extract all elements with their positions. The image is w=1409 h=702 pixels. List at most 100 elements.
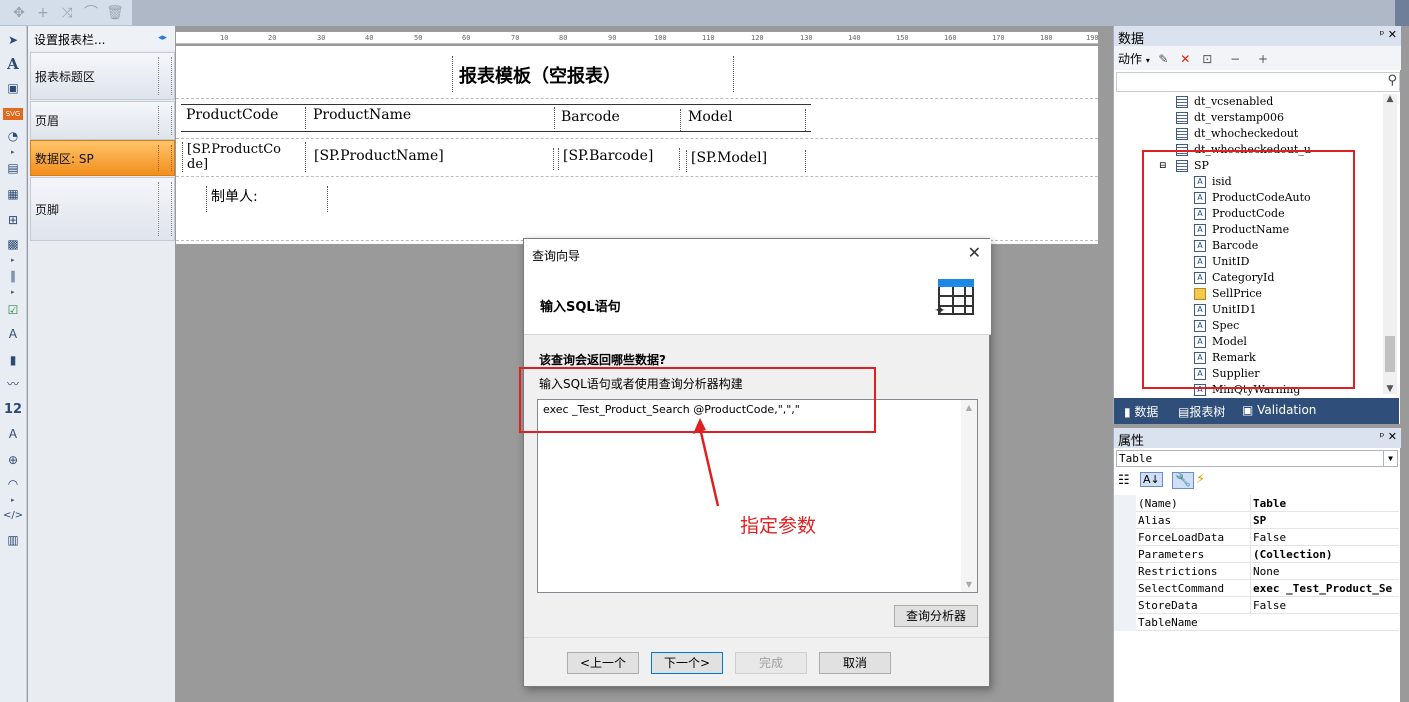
property-row[interactable]: SelectCommand exec _Test_Product_Se <box>1114 580 1399 597</box>
shuffle-icon[interactable]: ⤨ <box>58 4 76 22</box>
chart-tool-icon[interactable]: ▮ <box>3 350 23 370</box>
ruler-toggle-icon[interactable]: ◂▸ <box>158 33 174 43</box>
back-button[interactable]: <上一个 <box>567 652 639 674</box>
chevron-down-icon[interactable]: ▾ <box>1146 56 1153 65</box>
close-icon[interactable]: ✕ <box>968 243 981 262</box>
top-toolbar: ✥ + ⤨ ⌒ 🗑 <box>0 0 1409 26</box>
band-page-footer[interactable]: 页脚 <box>30 177 175 241</box>
link-icon[interactable]: ⌒ <box>82 4 100 22</box>
map-tool-icon[interactable]: ⊕ <box>3 450 23 470</box>
tab-data[interactable]: ▮ 数据 <box>1124 403 1158 420</box>
checkbox-tool-icon[interactable]: ☑ <box>3 300 23 320</box>
property-value[interactable]: None <box>1250 563 1400 580</box>
pointer-tool-icon[interactable]: ➤ <box>3 30 23 50</box>
tree-item-label: dt_whocheckedout <box>1194 127 1299 140</box>
band-report-title[interactable]: 报表标题区 <box>30 52 175 100</box>
expand-icon[interactable]: + <box>1258 52 1268 66</box>
properties-title-text: 属性 <box>1118 434 1145 449</box>
question-label: 该查询会返回哪些数据? <box>539 353 666 367</box>
data-cell-productname[interactable]: [SP.ProductName] <box>310 148 554 170</box>
alphabetical-icon[interactable]: A↓ <box>1140 472 1163 487</box>
next-button[interactable]: 下一个> <box>651 652 723 674</box>
tab-report-tree[interactable]: ▤报表树 <box>1178 403 1225 420</box>
header-cell-barcode[interactable]: Barcode <box>557 109 681 131</box>
footer-signer-label[interactable]: 制单人: <box>206 186 328 212</box>
expand-icon[interactable]: ▸ <box>11 148 16 156</box>
actions-dropdown[interactable]: 动作 <box>1118 52 1142 66</box>
band-page-header[interactable]: 页眉 <box>30 101 175 140</box>
search-icon[interactable]: ⚲ <box>1387 73 1397 88</box>
svg-tool-icon[interactable]: SVG <box>3 108 23 120</box>
expand-icon[interactable]: ▸ <box>11 288 16 296</box>
tree-item[interactable]: dt_verstamp006 <box>1114 110 1384 126</box>
barcode-tool-icon[interactable]: ∥ <box>3 266 23 286</box>
move-icon[interactable]: ✥ <box>10 4 28 22</box>
form-tool-icon[interactable]: ▥ <box>3 530 23 550</box>
tree-item[interactable]: dt_whocheckedout <box>1114 126 1384 142</box>
property-value[interactable]: Table <box>1250 495 1400 512</box>
expand-icon[interactable]: ▸ <box>11 256 16 264</box>
picture-tool-icon[interactable]: ▣ <box>3 78 23 98</box>
band-tool-icon[interactable]: ▤ <box>3 158 23 178</box>
edit-icon[interactable]: ✎ <box>1158 52 1168 66</box>
collapse-icon[interactable]: − <box>1230 52 1240 66</box>
shape-tool-icon[interactable]: ◔ <box>3 126 23 146</box>
data-cell-productcode[interactable]: [SP.ProductCo de] <box>182 142 306 172</box>
property-row[interactable]: ForceLoadData False <box>1114 529 1399 546</box>
chevron-down-icon[interactable]: ▼ <box>1383 451 1397 466</box>
table-tool-icon[interactable]: ⊞ <box>3 210 23 230</box>
band-data[interactable]: 数据区: SP <box>30 140 175 176</box>
delete-icon[interactable]: ✕ <box>1180 52 1190 66</box>
report-title-box[interactable]: 报表模板（空报表） <box>452 56 734 92</box>
property-key: Parameters <box>1138 548 1205 561</box>
add-icon[interactable]: + <box>34 4 52 22</box>
text-tool-icon[interactable]: A <box>3 54 23 74</box>
property-row[interactable]: Restrictions None <box>1114 563 1399 580</box>
ruler-tick: 60 <box>462 34 471 42</box>
data-search-input[interactable]: ⚲ <box>1116 72 1400 92</box>
matrix-tool-icon[interactable]: ▩ <box>3 234 23 254</box>
events-icon[interactable]: ⚡ <box>1196 472 1205 487</box>
sql-scrollbar[interactable]: ▲ ▼ <box>961 400 977 592</box>
expand-icon[interactable]: ▸ <box>11 496 16 504</box>
tab-validation[interactable]: ▣ Validation <box>1242 403 1316 417</box>
header-cell-model[interactable]: Model <box>684 109 806 131</box>
property-value[interactable]: exec _Test_Product_Se <box>1250 580 1400 597</box>
subreport-tool-icon[interactable]: ▦ <box>3 184 23 204</box>
panel-pin-close-icons[interactable]: ᵖ ✕ <box>1380 430 1397 443</box>
property-row[interactable]: StoreData False <box>1114 597 1399 614</box>
property-row[interactable]: Alias SP <box>1114 512 1399 529</box>
header-cell-productcode[interactable]: ProductCode <box>182 107 306 129</box>
ruler-tick: 140 <box>848 34 861 42</box>
sparkline-tool-icon[interactable]: 〰 <box>3 374 23 394</box>
property-row[interactable]: (Name) Table <box>1114 495 1399 512</box>
header-cell-productname[interactable]: ProductName <box>309 107 555 129</box>
property-row[interactable]: TableName <box>1114 614 1399 631</box>
property-value[interactable]: SP <box>1250 512 1400 529</box>
annotation-box-fields <box>1142 150 1355 389</box>
tree-item[interactable]: dt_vcsenabled <box>1114 94 1384 110</box>
finish-button[interactable]: 完成 <box>735 652 807 674</box>
property-value[interactable]: (Collection) <box>1250 546 1400 563</box>
digital-tool-icon[interactable]: 12 <box>3 400 23 420</box>
richtext-tool-icon[interactable]: Ａ <box>3 324 23 344</box>
data-tree-scrollbar[interactable]: ▲ ▼ <box>1383 94 1397 394</box>
html-tool-icon[interactable]: </> <box>3 506 23 526</box>
properties-icon[interactable]: 🔧 <box>1172 472 1195 489</box>
delete-icon[interactable]: 🗑 <box>106 4 124 22</box>
categorized-icon[interactable]: ☷ <box>1118 473 1130 488</box>
band-settings-link[interactable]: 设置报表栏... <box>28 26 175 50</box>
data-cell-model[interactable]: [SP.Model] <box>686 150 806 172</box>
view-icon[interactable]: ⊡ <box>1202 52 1212 66</box>
object-selector[interactable]: Table ▼ <box>1116 450 1398 467</box>
ruler-tick: 80 <box>559 34 568 42</box>
cancel-button[interactable]: 取消 <box>819 652 891 674</box>
property-value[interactable]: False <box>1250 529 1400 546</box>
property-value[interactable]: False <box>1250 597 1400 614</box>
data-cell-barcode[interactable]: [SP.Barcode] <box>558 148 680 170</box>
query-analyzer-button[interactable]: 查询分析器 <box>894 605 978 627</box>
zip-tool-icon[interactable]: Ａ <box>3 424 23 444</box>
panel-pin-close-icons[interactable]: ᵖ ✕ <box>1380 28 1397 41</box>
gauge-tool-icon[interactable]: ◠ <box>3 474 23 494</box>
property-row[interactable]: Parameters (Collection) <box>1114 546 1399 563</box>
